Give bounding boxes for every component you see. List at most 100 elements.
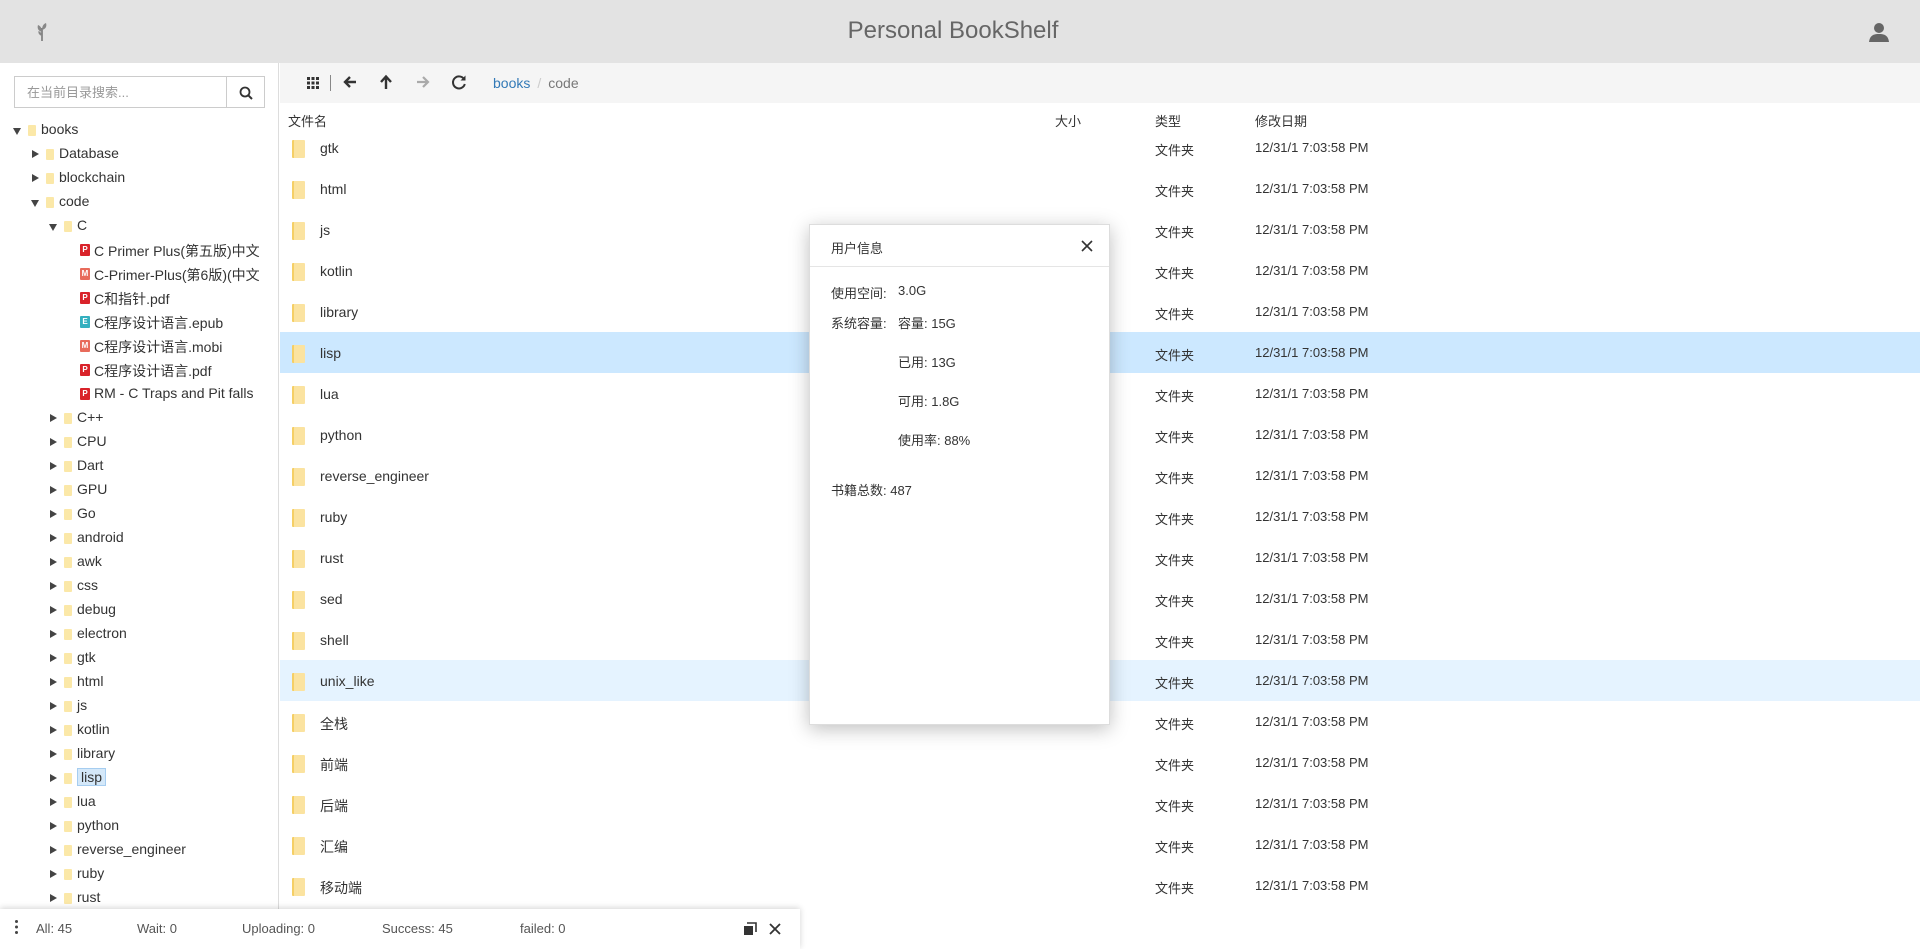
tree-item[interactable]: electron <box>0 622 278 646</box>
tree-item[interactable]: code <box>0 190 278 214</box>
caret-right-icon[interactable] <box>50 462 57 470</box>
up-arrow-icon[interactable] <box>376 72 396 92</box>
tree-item[interactable]: lisp <box>0 766 278 790</box>
tree-item-label: code <box>59 193 90 209</box>
caret-right-icon[interactable] <box>50 870 57 878</box>
caret-right-icon[interactable] <box>50 654 57 662</box>
caret-right-icon[interactable] <box>50 702 57 710</box>
tree-item[interactable]: kotlin <box>0 718 278 742</box>
table-row[interactable]: 前端 文件夹 12/31/1 7:03:58 PM <box>280 742 1920 783</box>
table-row[interactable]: gtk 文件夹 12/31/1 7:03:58 PM <box>280 127 1920 168</box>
refresh-icon[interactable] <box>449 72 469 92</box>
caret-right-icon[interactable] <box>50 846 57 854</box>
caret-right-icon[interactable] <box>50 606 57 614</box>
tree-item[interactable]: debug <box>0 598 278 622</box>
row-name: ruby <box>320 509 348 525</box>
upload-all-count: All: 45 <box>36 921 73 936</box>
tree-item[interactable]: Database <box>0 142 278 166</box>
tree-item[interactable]: M C-Primer-Plus(第6版)(中文 <box>0 262 278 286</box>
caret-right-icon[interactable] <box>50 894 57 902</box>
folder-icon <box>64 821 72 832</box>
folder-icon <box>292 263 305 281</box>
tree-item[interactable]: M C程序设计语言.mobi <box>0 334 278 358</box>
tree-item[interactable]: rust <box>0 886 278 910</box>
tree-item[interactable]: Dart <box>0 454 278 478</box>
caret-right-icon[interactable] <box>50 558 57 566</box>
tree-item[interactable]: P RM - C Traps and Pit falls <box>0 382 278 406</box>
tree-item[interactable]: books <box>0 118 278 142</box>
close-upload-icon[interactable] <box>769 923 781 935</box>
table-row[interactable]: 汇编 文件夹 12/31/1 7:03:58 PM <box>280 824 1920 865</box>
folder-icon <box>64 725 72 736</box>
tree-item-label: CPU <box>77 433 107 449</box>
row-name: gtk <box>320 140 339 156</box>
tree-item[interactable]: P C程序设计语言.pdf <box>0 358 278 382</box>
tree-item[interactable]: P C Primer Plus(第五版)中文 <box>0 238 278 262</box>
search-button[interactable] <box>226 76 265 108</box>
tree-item[interactable]: library <box>0 742 278 766</box>
folder-icon <box>64 557 72 568</box>
tree-item[interactable]: js <box>0 694 278 718</box>
tree-item[interactable]: E C程序设计语言.epub <box>0 310 278 334</box>
folder-icon <box>292 632 305 650</box>
caret-right-icon[interactable] <box>32 174 39 182</box>
back-arrow-icon[interactable] <box>340 72 360 92</box>
breadcrumb-books[interactable]: books <box>493 75 530 91</box>
search-input[interactable] <box>14 76 226 108</box>
tree-item[interactable]: html <box>0 670 278 694</box>
forward-arrow-icon[interactable] <box>413 72 433 92</box>
tree-item[interactable]: GPU <box>0 478 278 502</box>
folder-tree: books Database blockchain code C P C Primer Pl… <box>0 118 278 910</box>
caret-right-icon[interactable] <box>50 534 57 542</box>
table-row[interactable]: 后端 文件夹 12/31/1 7:03:58 PM <box>280 783 1920 824</box>
folder-icon <box>292 140 305 158</box>
tree-item[interactable]: ruby <box>0 862 278 886</box>
tree-item[interactable]: C <box>0 214 278 238</box>
caret-down-icon[interactable] <box>13 128 21 135</box>
table-row[interactable]: 移动端 文件夹 12/31/1 7:03:58 PM <box>280 865 1920 906</box>
close-icon[interactable] <box>1080 239 1094 253</box>
tree-item[interactable]: python <box>0 814 278 838</box>
caret-right-icon[interactable] <box>50 414 57 422</box>
caret-right-icon[interactable] <box>50 798 57 806</box>
tree-item[interactable]: C++ <box>0 406 278 430</box>
caret-right-icon[interactable] <box>32 150 39 158</box>
table-row[interactable]: html 文件夹 12/31/1 7:03:58 PM <box>280 168 1920 209</box>
tree-item[interactable]: CPU <box>0 430 278 454</box>
tree-item[interactable]: P C和指针.pdf <box>0 286 278 310</box>
caret-down-icon[interactable] <box>31 200 39 207</box>
restore-window-icon[interactable] <box>743 922 757 936</box>
caret-right-icon[interactable] <box>50 822 57 830</box>
row-name: reverse_engineer <box>320 468 429 484</box>
user-icon[interactable] <box>1868 21 1890 43</box>
caret-right-icon[interactable] <box>50 438 57 446</box>
caret-right-icon[interactable] <box>50 750 57 758</box>
row-modified: 12/31/1 7:03:58 PM <box>1255 673 1369 688</box>
breadcrumb-code: code <box>548 75 579 91</box>
caret-right-icon[interactable] <box>50 726 57 734</box>
tree-item[interactable]: awk <box>0 550 278 574</box>
caret-right-icon[interactable] <box>50 510 57 518</box>
caret-right-icon[interactable] <box>50 486 57 494</box>
grid-view-icon[interactable] <box>303 72 323 92</box>
tree-item-label: C-Primer-Plus(第6版)(中文 <box>94 267 260 283</box>
more-vert-icon[interactable] <box>15 920 18 934</box>
row-modified: 12/31/1 7:03:58 PM <box>1255 386 1369 401</box>
folder-icon <box>292 673 305 691</box>
tree-item[interactable]: reverse_engineer <box>0 838 278 862</box>
tree-item[interactable]: lua <box>0 790 278 814</box>
tree-item[interactable]: Go <box>0 502 278 526</box>
row-modified: 12/31/1 7:03:58 PM <box>1255 509 1369 524</box>
table-header: 文件名 大小 类型 修改日期 <box>280 108 1920 129</box>
tree-item[interactable]: android <box>0 526 278 550</box>
caret-right-icon[interactable] <box>50 678 57 686</box>
folder-icon <box>64 485 72 496</box>
caret-right-icon[interactable] <box>50 774 57 782</box>
caret-right-icon[interactable] <box>50 630 57 638</box>
tree-item[interactable]: gtk <box>0 646 278 670</box>
tree-item-label: books <box>41 121 79 137</box>
tree-item[interactable]: css <box>0 574 278 598</box>
caret-down-icon[interactable] <box>49 224 57 231</box>
tree-item[interactable]: blockchain <box>0 166 278 190</box>
caret-right-icon[interactable] <box>50 582 57 590</box>
